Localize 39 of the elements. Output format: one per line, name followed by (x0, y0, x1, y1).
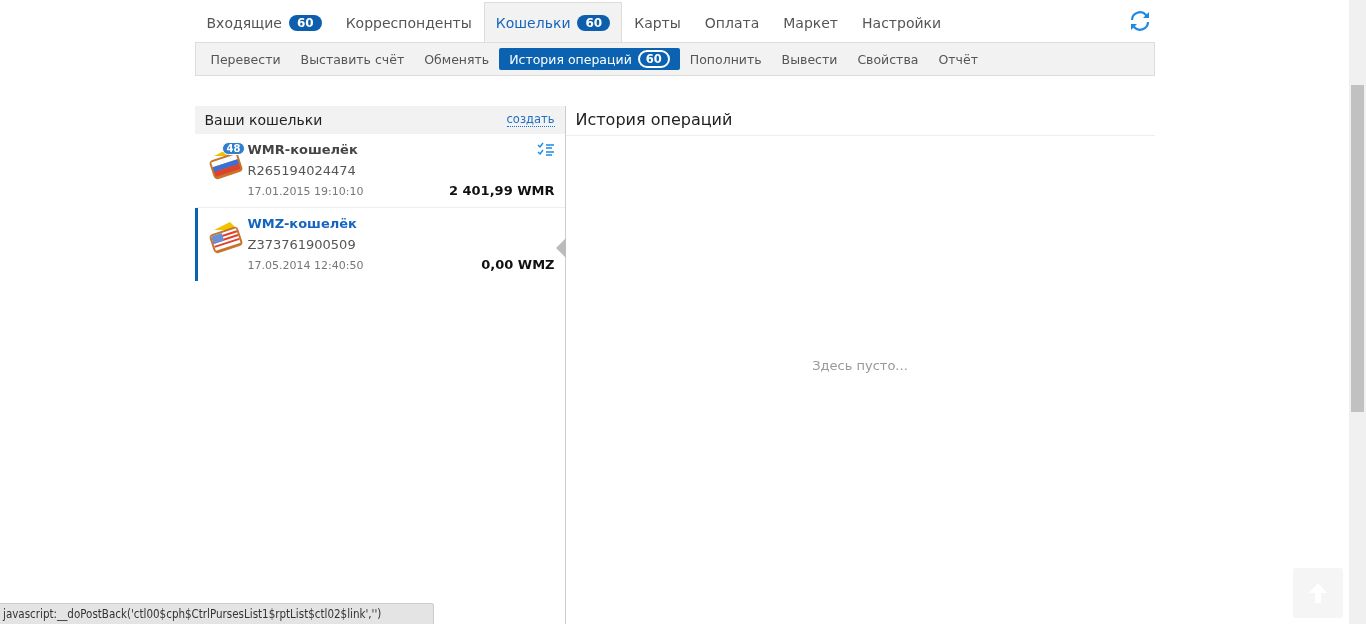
panel-title: Ваши кошельки (204, 112, 323, 128)
wallet-icon (207, 220, 244, 256)
create-link[interactable]: создать (506, 113, 555, 127)
wallet-balance: 0,00 WMZ (481, 257, 555, 272)
count-badge: 60 (577, 14, 611, 31)
wallet-name: WMZ-кошелёк (247, 216, 357, 231)
checklist-icon[interactable] (536, 142, 555, 158)
wallet-balance: 2 401,99 WMR (448, 183, 555, 198)
sub-tab[interactable]: Обменять (414, 48, 500, 70)
sub-tab[interactable]: Пополнить (679, 48, 772, 70)
status-bar: javascript:__doPostBack('ctl00$cph$CtrlPursesList1$rptList$ctl02$link','') (0, 603, 435, 624)
main-tab[interactable]: Настройки (850, 2, 954, 42)
main-tab[interactable]: Карты (622, 2, 693, 42)
sub-tab[interactable]: Свойства (847, 48, 929, 70)
wallet-number: Z373761900509 (247, 237, 357, 252)
wallet-name: WMR-кошелёк (247, 142, 358, 157)
wallet-item[interactable]: WMZ-кошелёк Z373761900509 17.05.2014 12:40:50 0,00 WMZ (194, 208, 565, 281)
sub-tab[interactable]: Перевести (200, 48, 291, 70)
scrollbar[interactable] (1349, 0, 1366, 624)
main-tab[interactable]: Маркет (771, 2, 851, 42)
empty-message: Здесь пусто... (812, 357, 908, 373)
wallet-number: R265194024474 (247, 163, 357, 178)
selection-pointer-icon (555, 238, 566, 258)
main-tab[interactable]: Входящие 60 (194, 2, 334, 42)
main-tab[interactable]: Кошельки 60 (483, 2, 623, 42)
wallet-item[interactable]: 48 WMR-кошелёк R265194024474 17.01.2015 19:10:10 2 401,99 WMR (194, 134, 565, 208)
sub-tab[interactable]: Вывести (771, 48, 848, 70)
wallet-date: 17.05.2014 12:40:50 (247, 259, 364, 272)
count-badge: 60 (288, 14, 322, 31)
main-tab[interactable]: Корреспонденты (333, 2, 484, 42)
sub-tab[interactable]: Отчёт (928, 48, 988, 70)
scrollbar-thumb[interactable] (1351, 85, 1364, 412)
wallet-date: 17.01.2015 19:10:10 (247, 185, 364, 198)
sub-tab[interactable]: История операций 60 (499, 48, 680, 70)
count-badge: 60 (637, 50, 670, 68)
notification-badge: 48 (221, 142, 246, 155)
panel-title: История операций (575, 110, 733, 129)
main-tab[interactable]: Оплата (692, 2, 772, 42)
sub-tab[interactable]: Выставить счёт (290, 48, 415, 70)
